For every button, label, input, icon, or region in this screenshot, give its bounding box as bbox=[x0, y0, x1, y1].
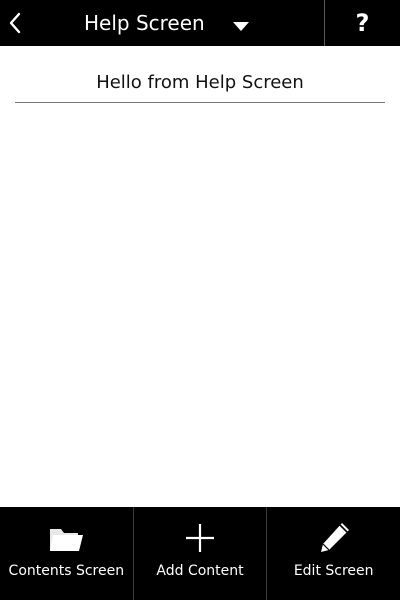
tab-add-content[interactable]: Add Content bbox=[132, 507, 267, 600]
help-button[interactable]: ? bbox=[325, 0, 400, 46]
screen-selector[interactable]: Help Screen bbox=[30, 0, 324, 46]
tab-label: Add Content bbox=[156, 563, 244, 579]
tab-label: Edit Screen bbox=[293, 563, 374, 579]
top-bar: Help Screen ? bbox=[0, 0, 400, 46]
pencil-icon bbox=[320, 523, 349, 552]
back-button[interactable] bbox=[0, 0, 30, 46]
content-area: Hello from Help Screen bbox=[0, 46, 400, 507]
caret-down-icon bbox=[233, 22, 249, 31]
greeting-divider bbox=[15, 102, 385, 103]
chevron-left-icon bbox=[9, 12, 21, 34]
greeting-text: Hello from Help Screen bbox=[96, 72, 304, 93]
help-label: ? bbox=[355, 9, 370, 37]
folder-icon bbox=[50, 529, 84, 551]
page-title: Help Screen bbox=[84, 11, 205, 35]
tab-label: Contents Screen bbox=[8, 563, 125, 579]
tab-edit-screen[interactable]: Edit Screen bbox=[266, 507, 400, 600]
bottom-tab-bar: Contents Screen Add Content Edit Screen bbox=[0, 507, 400, 600]
tab-contents-screen[interactable]: Contents Screen bbox=[0, 507, 133, 600]
app-window: Help Screen ? Hello from Help Screen Con… bbox=[0, 0, 400, 600]
plus-icon bbox=[186, 524, 214, 552]
